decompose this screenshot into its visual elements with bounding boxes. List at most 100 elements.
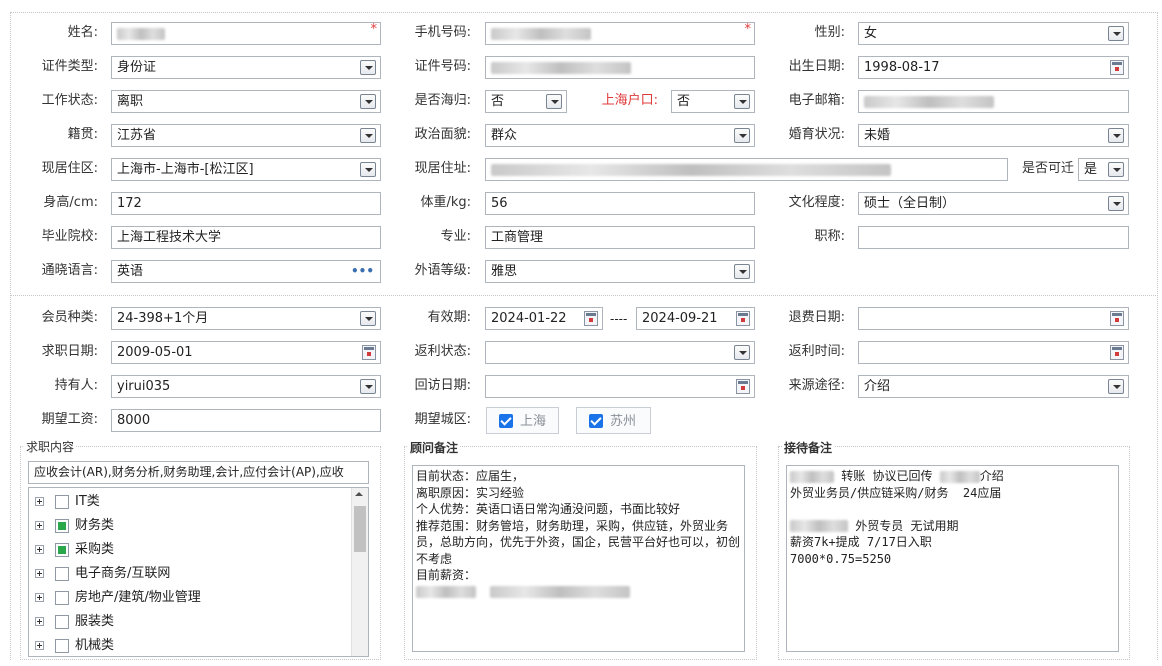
chevron-down-icon[interactable] <box>360 94 376 109</box>
tree-scrollbar[interactable] <box>351 488 368 656</box>
chevron-down-icon[interactable] <box>360 60 376 75</box>
languages-field[interactable]: 英语 ••• <box>111 260 381 283</box>
calendar-icon[interactable] <box>1110 345 1124 360</box>
chevron-down-icon[interactable] <box>1108 196 1124 211</box>
tree-item[interactable]: 财务类 <box>35 514 345 538</box>
calendar-icon[interactable] <box>584 311 598 326</box>
tree-checkbox[interactable] <box>55 543 69 557</box>
tree-item[interactable]: 服装类 <box>35 610 345 634</box>
job-search-date-field[interactable]: 2009-05-01 <box>111 341 381 364</box>
language-level-select[interactable]: 雅思 <box>485 260 755 283</box>
refund-date-field[interactable] <box>858 307 1129 330</box>
tree-checkbox[interactable] <box>55 519 69 533</box>
native-place-select[interactable]: 江苏省 <box>111 124 381 147</box>
scroll-up-icon[interactable] <box>355 492 363 496</box>
job-search-date-label: 求职日期: <box>41 344 98 359</box>
tree-checkbox[interactable] <box>55 591 69 605</box>
calendar-icon[interactable] <box>736 311 750 326</box>
birth-date-field[interactable]: 1998-08-17 <box>858 56 1129 79</box>
email-field[interactable] <box>858 90 1129 113</box>
member-type-select[interactable]: 24-398+1个月 <box>111 307 381 330</box>
residence-address-field[interactable] <box>485 158 1008 181</box>
residence-area-select[interactable]: 上海市-上海市-[松江区] <box>111 158 381 181</box>
rebate-time-field[interactable] <box>858 341 1129 364</box>
tree-item[interactable]: 电子商务/互联网 <box>35 562 345 586</box>
advisor-notes-textarea[interactable]: 目前状态：应届生， 离职原因：实习经验 个人优势：英语口语日常沟通没问题，书面比… <box>412 465 745 652</box>
gender-select[interactable]: 女 <box>858 22 1129 45</box>
marital-select[interactable]: 未婚 <box>858 124 1129 147</box>
job-content-legend: 求职内容 <box>24 438 77 455</box>
tree-checkbox[interactable] <box>55 639 69 653</box>
holder-select[interactable]: yirui035 <box>111 375 381 398</box>
political-select[interactable]: 群众 <box>485 124 755 147</box>
tree-item[interactable]: IT类 <box>35 490 345 514</box>
work-status-select[interactable]: 离职 <box>111 90 381 113</box>
rebate-status-select[interactable] <box>485 341 755 364</box>
valid-from-field[interactable]: 2024-01-22 <box>485 307 603 330</box>
tree-item[interactable]: 采购类 <box>35 538 345 562</box>
height-field[interactable]: 172 <box>111 192 381 215</box>
city-option-shanghai[interactable]: 上海 <box>486 407 559 434</box>
calendar-icon[interactable] <box>362 345 376 360</box>
reception-notes-legend: 接待备注 <box>782 439 835 456</box>
major-field[interactable]: 工商管理 <box>485 226 755 249</box>
tree-checkbox[interactable] <box>55 495 69 509</box>
chevron-down-icon[interactable] <box>734 128 750 143</box>
visit-date-field[interactable] <box>485 375 755 398</box>
id-number-label: 证件号码: <box>414 59 471 74</box>
returnee-select[interactable]: 否 <box>485 90 567 113</box>
expected-salary-label: 期望工资: <box>41 412 98 427</box>
chevron-down-icon[interactable] <box>734 345 750 360</box>
name-field[interactable]: * <box>111 22 381 45</box>
scroll-thumb[interactable] <box>354 506 366 552</box>
weight-field[interactable]: 56 <box>485 192 755 215</box>
education-select[interactable]: 硕士（全日制） <box>858 192 1129 215</box>
chevron-down-icon[interactable] <box>1108 26 1124 41</box>
chevron-down-icon[interactable] <box>1108 128 1124 143</box>
reception-notes-textarea[interactable]: 转账 协议已回传 介绍 外贸业务员/供应链采购/财务 24应届 外贸专员 无试用… <box>786 465 1119 652</box>
visit-date-label: 回访日期: <box>414 378 471 393</box>
chevron-down-icon[interactable] <box>360 379 376 394</box>
job-content-summary-field[interactable]: 应收会计(AR),财务分析,财务助理,会计,应付会计(AP),应收 <box>28 461 369 484</box>
returnee-label: 是否海归: <box>414 93 471 108</box>
valid-to-field[interactable]: 2024-09-21 <box>636 307 755 330</box>
shanghai-hukou-select[interactable]: 否 <box>671 90 755 113</box>
calendar-icon[interactable] <box>1110 60 1124 75</box>
gender-label: 性别: <box>814 25 845 40</box>
expected-salary-field[interactable]: 8000 <box>111 409 381 432</box>
tree-item[interactable]: 机械类 <box>35 634 345 656</box>
birth-date-label: 出生日期: <box>788 59 845 74</box>
expand-plus-icon[interactable] <box>35 593 44 602</box>
expand-plus-icon[interactable] <box>35 617 44 626</box>
language-level-label: 外语等级: <box>414 263 471 278</box>
title-field[interactable] <box>858 226 1129 249</box>
chevron-down-icon[interactable] <box>360 162 376 177</box>
tree-item[interactable]: 房地产/建筑/物业管理 <box>35 586 345 610</box>
checkbox-checked-icon[interactable] <box>589 414 603 428</box>
chevron-down-icon[interactable] <box>1108 162 1124 177</box>
id-number-field[interactable] <box>485 56 755 79</box>
chevron-down-icon[interactable] <box>546 94 562 109</box>
chevron-down-icon[interactable] <box>360 128 376 143</box>
school-field[interactable]: 上海工程技术大学 <box>111 226 381 249</box>
more-icon[interactable]: ••• <box>351 265 374 277</box>
relocate-select[interactable]: 是 <box>1078 158 1129 181</box>
id-type-select[interactable]: 身份证 <box>111 56 381 79</box>
calendar-icon[interactable] <box>736 379 750 394</box>
expand-plus-icon[interactable] <box>35 641 44 650</box>
calendar-icon[interactable] <box>1110 311 1124 326</box>
tree-checkbox[interactable] <box>55 567 69 581</box>
expand-plus-icon[interactable] <box>35 497 44 506</box>
city-option-suzhou[interactable]: 苏州 <box>576 407 651 434</box>
expand-plus-icon[interactable] <box>35 545 44 554</box>
chevron-down-icon[interactable] <box>734 264 750 279</box>
expand-plus-icon[interactable] <box>35 521 44 530</box>
tree-checkbox[interactable] <box>55 615 69 629</box>
expand-plus-icon[interactable] <box>35 569 44 578</box>
phone-field[interactable]: * <box>485 22 755 45</box>
chevron-down-icon[interactable] <box>1108 379 1124 394</box>
checkbox-checked-icon[interactable] <box>499 414 513 428</box>
source-select[interactable]: 介绍 <box>858 375 1129 398</box>
chevron-down-icon[interactable] <box>734 94 750 109</box>
chevron-down-icon[interactable] <box>360 311 376 326</box>
